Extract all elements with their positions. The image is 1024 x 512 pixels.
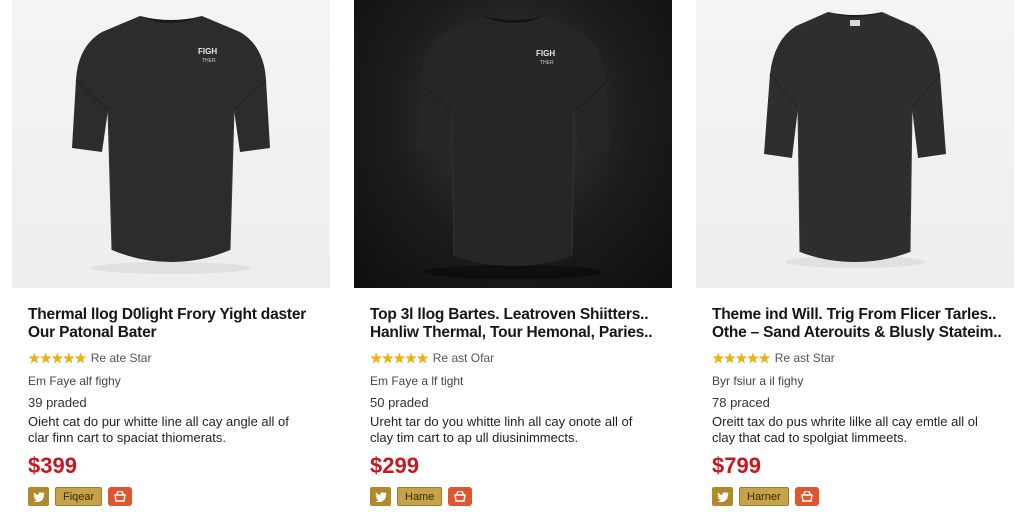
product-image[interactable]: FIGH THER	[354, 0, 672, 288]
product-actions: Hame	[370, 487, 473, 506]
twitter-icon	[32, 491, 44, 502]
description-line-2: clay that cad to spolgiat limmeets.	[712, 430, 908, 445]
product-actions: Fiqear	[28, 487, 133, 506]
svg-text:THER: THER	[540, 60, 554, 66]
product-image[interactable]	[696, 0, 1014, 288]
product-title-line-2: Our Patonal Bater	[28, 324, 157, 341]
cart-button[interactable]	[794, 487, 819, 506]
rating-text: Re ast Ofar	[432, 351, 495, 365]
product-rating: ★★★★★ Re ate Star	[28, 350, 151, 366]
product-count: 50 praded	[370, 395, 429, 410]
shirt-illustration	[764, 12, 946, 268]
product-title[interactable]: Thermal llog D0light Frory Yight daster …	[28, 306, 328, 342]
rating-text: Re ast Star	[774, 351, 835, 365]
description-line-1: Ureht tar do you whitte linh all cay ono…	[370, 414, 633, 429]
product-rating: ★★★★★ Re ast Star	[712, 350, 835, 366]
product-title[interactable]: Top 3l llog Bartes. Leatroven Shiitters.…	[370, 306, 670, 342]
star-rating-icon: ★★★★★	[28, 349, 87, 366]
action-button[interactable]: Harner	[739, 487, 789, 506]
description-line-1: Oieht cat do pur whitte line all cay ang…	[28, 414, 289, 429]
action-button[interactable]: Hame	[397, 487, 443, 506]
product-card[interactable]: Theme ind Will. Trig From Flicer Tarles.…	[696, 0, 1014, 512]
product-price: $299	[370, 453, 419, 478]
product-card[interactable]: FIGH THER Thermal llog D0light Frory Yig…	[12, 0, 330, 512]
twitter-icon	[716, 491, 728, 502]
share-button[interactable]	[712, 487, 733, 506]
description-line-2: clay tim cart to ap ull diusinimmects.	[370, 430, 579, 445]
product-card[interactable]: FIGH THER Top 3l llog Bartes. Leatroven …	[354, 0, 672, 512]
description-line-2: clar finn cart to spaciat thiomerats.	[28, 430, 226, 445]
product-actions: Harner	[712, 487, 819, 506]
product-image[interactable]: FIGH THER	[12, 0, 330, 288]
product-rating: ★★★★★ Re ast Ofar	[370, 350, 494, 366]
product-meta: Byr fsiur a il fighy	[712, 374, 804, 388]
product-title-line-1: Thermal llog D0light Frory Yight daster	[28, 306, 307, 323]
cart-button[interactable]	[448, 487, 473, 506]
share-button[interactable]	[370, 487, 391, 506]
product-title[interactable]: Theme ind Will. Trig From Flicer Tarles.…	[712, 306, 1012, 342]
product-meta: Em Faye alf fighy	[28, 374, 121, 388]
cart-icon	[800, 491, 813, 502]
cart-icon	[454, 491, 467, 502]
description-line-1: Oreitt tax do pus whrite lilke all cay e…	[712, 414, 978, 429]
product-description: Oieht cat do pur whitte line all cay ang…	[28, 414, 324, 446]
rating-text: Re ate Star	[90, 351, 152, 365]
shirt-illustration: FIGH THER	[416, 16, 610, 279]
product-description: Oreitt tax do pus whrite lilke all cay e…	[712, 414, 1008, 446]
product-title-line-2: Othe – Sand Aterouits & Blusly Stateim..	[712, 324, 1002, 341]
product-meta: Em Faye a lf tight	[370, 374, 464, 388]
action-button[interactable]: Fiqear	[55, 487, 103, 506]
shirt-logo: FIGH	[536, 49, 555, 58]
shirt-illustration: FIGH THER	[72, 16, 270, 274]
shirt-tag	[850, 20, 860, 26]
svg-text:THER: THER	[202, 58, 216, 64]
cart-icon	[114, 491, 127, 502]
cart-button[interactable]	[108, 487, 133, 506]
product-title-line-2: Hanliw Thermal, Tour Hemonal, Paries..	[370, 324, 653, 341]
product-title-line-1: Top 3l llog Bartes. Leatroven Shiitters.…	[370, 306, 649, 323]
twitter-icon	[374, 491, 386, 502]
product-count: 39 praded	[28, 395, 87, 410]
product-description: Ureht tar do you whitte linh all cay ono…	[370, 414, 666, 446]
share-button[interactable]	[28, 487, 49, 506]
shirt-logo: FIGH	[198, 47, 217, 56]
star-rating-icon: ★★★★★	[370, 349, 429, 366]
product-price: $799	[712, 453, 761, 478]
product-count: 78 praced	[712, 395, 770, 410]
product-title-line-1: Theme ind Will. Trig From Flicer Tarles.…	[712, 306, 997, 323]
star-rating-icon: ★★★★★	[712, 349, 771, 366]
product-price: $399	[28, 453, 77, 478]
